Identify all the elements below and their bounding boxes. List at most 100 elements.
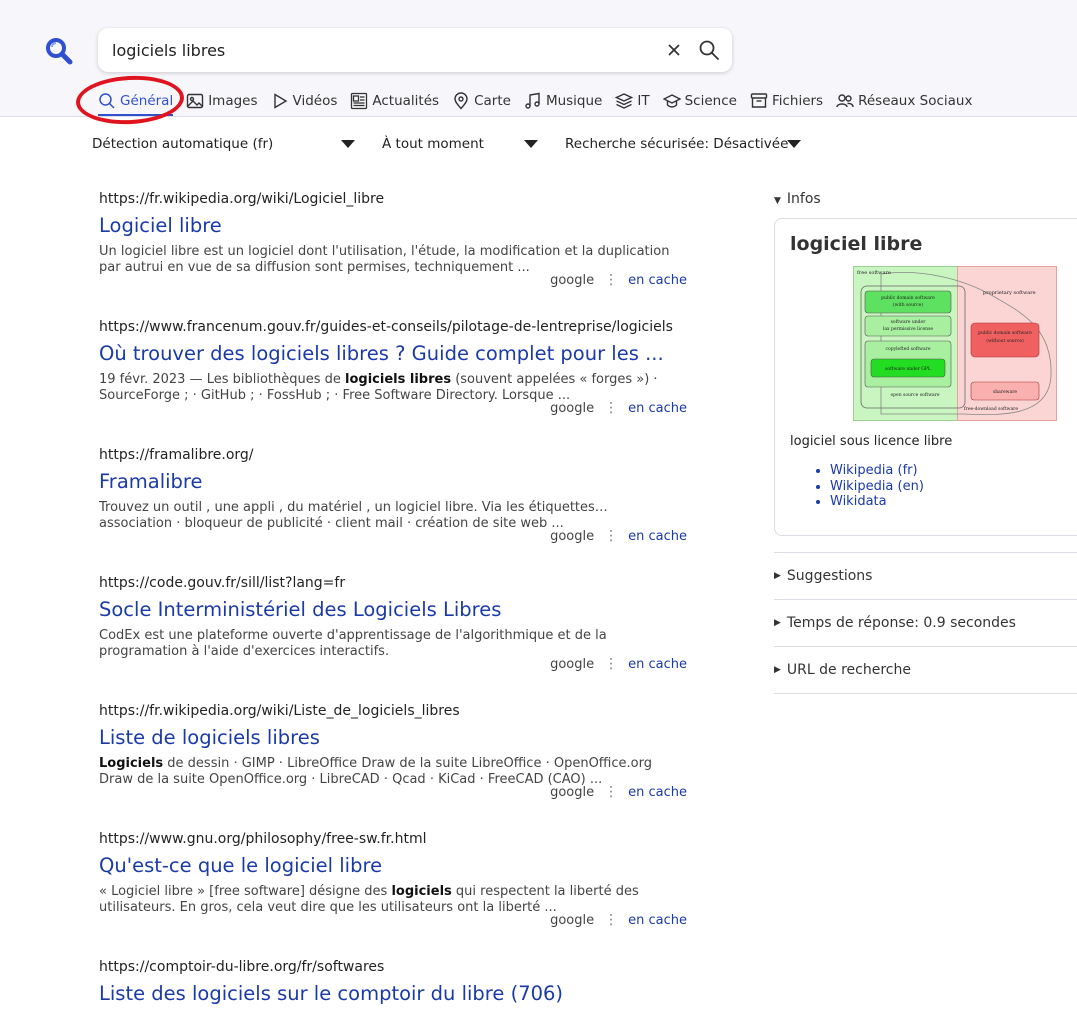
diagram-label: software under	[891, 319, 927, 325]
search-icon	[99, 93, 115, 109]
cache-link[interactable]: en cache	[628, 657, 687, 672]
diagram-label: software under GPL	[885, 366, 931, 372]
vertical-dots-icon: ⋮	[604, 784, 619, 800]
diagram-label: (without source)	[986, 337, 1024, 344]
result-title-link[interactable]: Liste de logiciels libres	[99, 723, 689, 753]
result-item: https://comptoir-du-libre.org/fr/softwar…	[99, 956, 689, 1013]
result-title-link[interactable]: Logiciel libre	[99, 211, 689, 241]
result-url: https://comptoir-du-libre.org/fr/softwar…	[99, 959, 385, 975]
tab-images[interactable]: Images	[186, 88, 258, 114]
tab-label: Images	[208, 93, 258, 109]
diagram-label: proprietary software	[983, 290, 1036, 296]
result-engine: google	[550, 912, 595, 928]
tab-general[interactable]: Général	[98, 88, 174, 116]
search-icon[interactable]	[698, 39, 720, 61]
tab-label: Réseaux Sociaux	[858, 93, 973, 109]
response-time-toggle[interactable]: ▶ Temps de réponse: 0.9 secondes	[774, 599, 1077, 646]
results-list: https://fr.wikipedia.org/wiki/Logiciel_l…	[99, 188, 689, 1013]
diagram-label: free-download software	[964, 406, 1018, 412]
result-url: https://www.gnu.org/philosophy/free-sw.f…	[99, 831, 427, 847]
triangle-right-icon: ▶	[774, 618, 781, 628]
triangle-right-icon: ▶	[774, 665, 781, 675]
time-range-select-value: À tout moment	[382, 136, 484, 152]
search-url-toggle[interactable]: ▶ URL de recherche	[774, 646, 1077, 693]
result-meta: google ⋮ en cache	[550, 784, 687, 800]
tab-label: Fichiers	[771, 93, 824, 109]
diagram-label: free software	[857, 270, 891, 276]
result-item: https://www.gnu.org/philosophy/free-sw.f…	[99, 828, 689, 956]
result-item: https://code.gouv.fr/sill/list?lang=fr S…	[99, 572, 689, 700]
caret-down-icon	[341, 140, 355, 148]
filter-bar: Détection automatique (fr) À tout moment…	[0, 130, 820, 158]
tab-carte[interactable]: Carte	[452, 88, 511, 114]
infobox: logiciel libre free software proprietary…	[774, 218, 1077, 536]
result-engine: google	[550, 784, 595, 800]
play-icon	[273, 93, 287, 109]
result-title-link[interactable]: Framalibre	[99, 467, 689, 497]
infobox-title: logiciel libre	[790, 233, 923, 255]
result-meta: google ⋮ en cache	[550, 528, 687, 544]
section-label: URL de recherche	[786, 662, 911, 678]
tab-it[interactable]: IT	[615, 88, 650, 114]
result-url: https://code.gouv.fr/sill/list?lang=fr	[99, 575, 346, 591]
graduation-cap-icon	[662, 94, 681, 108]
result-title-link[interactable]: Qu'est-ce que le logiciel libre	[99, 851, 689, 881]
link-wikipedia-fr[interactable]: Wikipedia (fr)	[830, 463, 924, 479]
free-software-diagram[interactable]: free software proprietary software publi…	[853, 266, 1057, 421]
cache-link[interactable]: en cache	[628, 401, 687, 416]
result-url: https://framalibre.org/	[99, 447, 254, 463]
suggestions-toggle[interactable]: ▶ Suggestions	[774, 552, 1077, 599]
cache-link[interactable]: en cache	[628, 913, 687, 928]
diagram-label: (with source)	[893, 301, 923, 308]
cache-link[interactable]: en cache	[628, 273, 687, 288]
tab-label: Science	[684, 93, 737, 109]
result-engine: google	[550, 528, 595, 544]
link-wikipedia-en[interactable]: Wikipedia (en)	[830, 479, 924, 495]
tab-label: Actualités	[372, 93, 440, 109]
newspaper-icon	[351, 92, 368, 110]
result-engine: google	[550, 656, 595, 672]
layers-icon	[615, 93, 634, 109]
safe-search-select[interactable]: Recherche sécurisée: Désactivée	[565, 130, 805, 158]
result-title-link[interactable]: Où trouver des logiciels libres ? Guide …	[99, 339, 689, 369]
cache-link[interactable]: en cache	[628, 529, 687, 544]
infos-toggle[interactable]: ▼ Infos	[774, 188, 1077, 210]
sidebar: ▼ Infos logiciel libre free software prop…	[774, 188, 1077, 694]
infos-label: Infos	[786, 191, 821, 207]
caret-down-icon	[524, 140, 538, 148]
vertical-dots-icon: ⋮	[604, 656, 619, 672]
diagram-label: public domain software	[978, 330, 1032, 336]
search-logo-icon[interactable]	[44, 36, 74, 66]
link-wikidata[interactable]: Wikidata	[830, 494, 924, 510]
time-range-select[interactable]: À tout moment	[382, 130, 542, 158]
triangle-down-icon: ▼	[774, 196, 781, 206]
tab-actualites[interactable]: Actualités	[350, 88, 439, 114]
result-engine: google	[550, 272, 595, 288]
music-note-icon	[525, 92, 540, 109]
section-label: Temps de réponse: 0.9 secondes	[786, 615, 1016, 631]
tab-musique[interactable]: Musique	[524, 88, 602, 114]
vertical-dots-icon: ⋮	[604, 528, 619, 544]
diagram-label: copylefted software	[885, 346, 930, 352]
result-url: https://fr.wikipedia.org/wiki/Liste_de_l…	[99, 703, 460, 719]
tab-science[interactable]: Science	[662, 88, 737, 114]
result-title-link[interactable]: Liste des logiciels sur le comptoir du l…	[99, 979, 689, 1009]
result-url: https://www.francenum.gouv.fr/guides-et-…	[99, 319, 673, 335]
language-select[interactable]: Détection automatique (fr)	[92, 130, 362, 158]
language-select-value: Détection automatique (fr)	[92, 136, 274, 152]
tab-label: Musique	[545, 93, 603, 109]
tab-fichiers[interactable]: Fichiers	[750, 88, 823, 114]
infobox-links: Wikipedia (fr) Wikipedia (en) Wikidata	[830, 463, 924, 510]
infobox-description: logiciel sous licence libre	[790, 434, 953, 449]
cache-link[interactable]: en cache	[628, 785, 687, 800]
image-icon	[187, 93, 204, 109]
tab-videos[interactable]: Vidéos	[271, 88, 337, 114]
search-input[interactable]	[112, 28, 652, 72]
safe-search-select-value: Recherche sécurisée: Désactivée	[565, 136, 789, 152]
search-box	[98, 28, 732, 72]
tab-reseaux-sociaux[interactable]: Réseaux Sociaux	[836, 88, 972, 114]
result-item: https://www.francenum.gouv.fr/guides-et-…	[99, 316, 689, 444]
diagram-label: public domain software	[881, 295, 935, 301]
result-title-link[interactable]: Socle Interministériel des Logiciels Lib…	[99, 595, 689, 625]
clear-icon[interactable]	[664, 40, 684, 60]
